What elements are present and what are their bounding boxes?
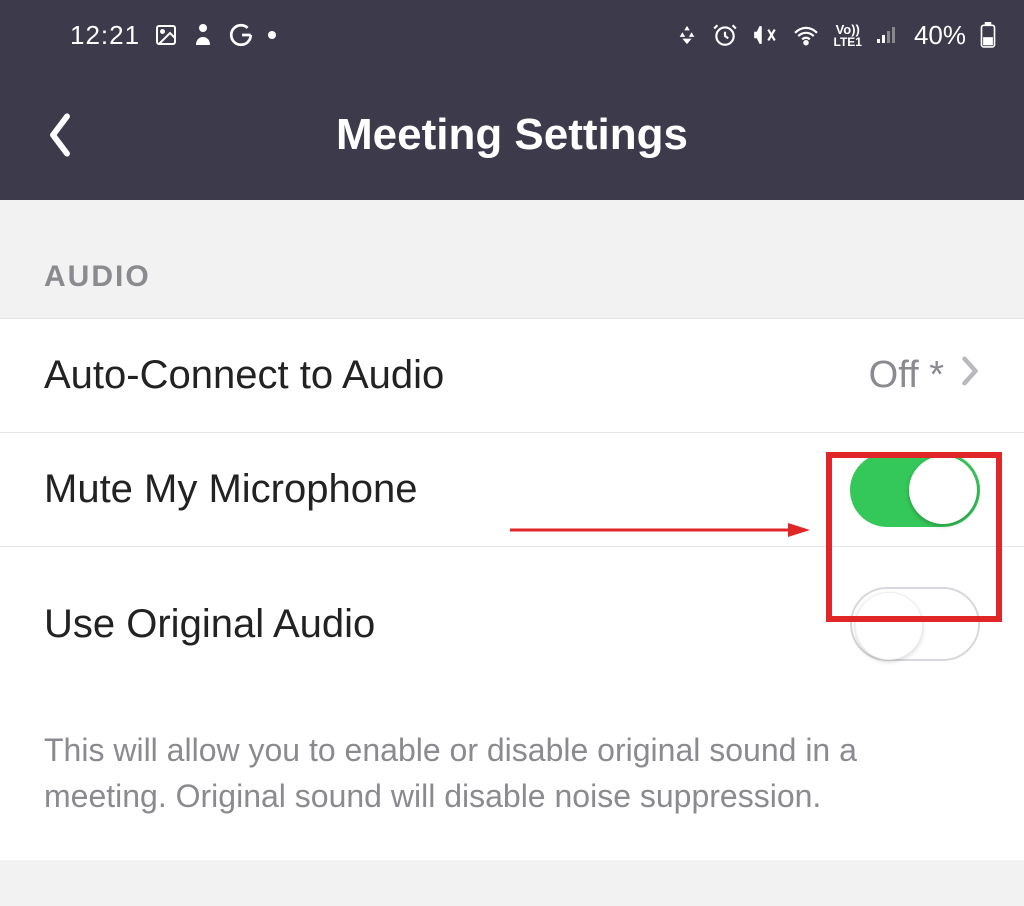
row-mute-microphone: Mute My Microphone: [0, 433, 1024, 547]
mute-mic-toggle[interactable]: [850, 453, 980, 527]
status-time: 12:21: [70, 20, 140, 51]
auto-connect-value: Off *: [869, 354, 944, 397]
battery-percent: 40%: [914, 20, 966, 51]
original-audio-label: Use Original Audio: [44, 602, 375, 647]
app-icon: [192, 23, 214, 47]
original-audio-toggle[interactable]: [850, 587, 980, 661]
battery-icon: [980, 22, 996, 48]
row-original-audio: Use Original Audio: [0, 547, 1024, 701]
section-header-audio: AUDIO: [0, 200, 1024, 318]
recycle-icon: [676, 24, 698, 46]
google-icon: [228, 22, 254, 48]
signal-icon: [876, 25, 900, 45]
title-bar: Meeting Settings: [0, 70, 1024, 200]
page-title: Meeting Settings: [336, 110, 688, 160]
wifi-icon: [792, 24, 820, 46]
alarm-icon: [712, 22, 738, 48]
back-button[interactable]: [40, 105, 80, 165]
vibrate-icon: [752, 22, 778, 48]
mute-mic-label: Mute My Microphone: [44, 467, 417, 512]
status-bar: 12:21 V: [0, 0, 1024, 70]
auto-connect-label: Auto-Connect to Audio: [44, 353, 444, 398]
chevron-right-icon: [960, 354, 980, 398]
original-audio-description: This will allow you to enable or disable…: [0, 701, 1024, 860]
row-auto-connect-audio[interactable]: Auto-Connect to Audio Off *: [0, 319, 1024, 433]
notification-dot-icon: [268, 31, 276, 39]
volte-icon: Vo)) LTE1: [834, 23, 862, 48]
image-icon: [154, 23, 178, 47]
